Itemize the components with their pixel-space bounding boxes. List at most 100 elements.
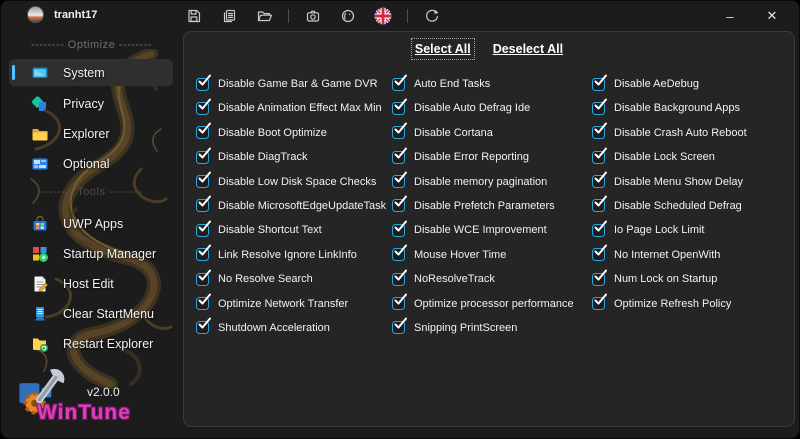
sidebar-item-startup-manager[interactable]: Startup Manager <box>9 240 173 267</box>
sidebar: -------- Optimize -------- System Privac… <box>1 31 182 438</box>
tweak-row[interactable]: Disable Lock Screen <box>592 147 747 164</box>
tweak-row[interactable]: Optimize Network Transfer <box>196 293 386 311</box>
checkbox-checked[interactable] <box>196 269 211 286</box>
toolbar-divider <box>407 9 408 23</box>
sidebar-item-privacy[interactable]: Privacy <box>9 90 173 117</box>
tweak-row[interactable]: Disable Error Reporting <box>392 147 574 164</box>
tweak-row[interactable]: Shutdown Acceleration <box>196 317 386 335</box>
tweak-label: Disable Prefetch Parameters <box>414 199 555 212</box>
checkbox-checked[interactable] <box>196 220 211 237</box>
checkbox-checked[interactable] <box>196 244 211 262</box>
checkbox-checked[interactable] <box>592 171 607 189</box>
user-box[interactable]: tranht17 <box>27 6 97 23</box>
screenshot-icon[interactable] <box>302 5 324 27</box>
sidebar-item-host-edit[interactable]: Host Edit <box>9 270 173 297</box>
checkbox-checked[interactable] <box>392 293 407 311</box>
deselect-all-link[interactable]: Deselect All <box>493 42 563 56</box>
tweak-label: Disable memory pagination <box>414 175 548 188</box>
sidebar-item-optional[interactable]: Optional <box>9 150 173 177</box>
tweak-row[interactable]: Optimize processor performance <box>392 293 574 311</box>
select-all-link[interactable]: Select All <box>410 38 475 60</box>
tweak-row[interactable]: No Resolve Search <box>196 269 386 286</box>
uwp-store-icon <box>33 215 47 230</box>
tweak-row[interactable]: Link Resolve Ignore LinkInfo <box>196 244 386 262</box>
tweak-label: Mouse Hover Time <box>414 248 507 261</box>
sidebar-item-system[interactable]: System <box>9 59 173 86</box>
checkbox-checked[interactable] <box>196 98 211 115</box>
tweak-row[interactable]: Disable Prefetch Parameters <box>392 195 574 213</box>
checkbox-checked[interactable] <box>196 195 211 213</box>
tweak-row[interactable]: Io Page Lock Limit <box>592 220 747 237</box>
checkbox-checked[interactable] <box>196 317 211 335</box>
tweak-row[interactable]: NoResolveTrack <box>392 269 574 286</box>
checkbox-checked[interactable] <box>392 317 407 335</box>
tweak-row[interactable]: No Internet OpenWith <box>592 244 747 262</box>
checkbox-checked[interactable] <box>592 195 607 213</box>
bulk-select-links: Select All Deselect All <box>184 38 794 60</box>
checkbox-checked[interactable] <box>592 98 607 115</box>
checkbox-checked[interactable] <box>592 244 607 262</box>
checkbox-checked[interactable] <box>392 244 407 262</box>
language-english-flag-icon[interactable] <box>372 5 394 27</box>
tweak-label: Disable Crash Auto Reboot <box>614 126 747 139</box>
tweak-label: Disable MicrosoftEdgeUpdateTask <box>218 199 387 212</box>
tweak-row[interactable]: Disable Shortcut Text <box>196 220 386 237</box>
tweak-row[interactable]: Disable memory pagination <box>392 171 574 189</box>
brand-name: WinTune <box>37 401 131 424</box>
tweak-row[interactable]: Optimize Refresh Policy <box>592 293 747 311</box>
sidebar-item-explorer[interactable]: Explorer <box>9 120 173 147</box>
tweak-row[interactable]: Disable Game Bar & Game DVR <box>196 74 386 91</box>
tweak-row[interactable]: Num Lock on Startup <box>592 269 747 286</box>
checkbox-checked[interactable] <box>392 74 407 91</box>
tweak-row[interactable]: Disable Animation Effect Max Min <box>196 98 386 115</box>
tweak-row[interactable]: Disable Auto Defrag Ide <box>392 98 574 115</box>
checkbox-checked[interactable] <box>592 293 607 311</box>
close-button[interactable]: ✕ <box>755 3 789 29</box>
checkbox-checked[interactable] <box>592 269 607 286</box>
copy-icon[interactable] <box>218 5 240 27</box>
tweak-row[interactable]: Disable Background Apps <box>592 98 747 115</box>
checkbox-checked[interactable] <box>392 122 407 140</box>
open-folder-icon[interactable] <box>253 5 275 27</box>
minimize-button[interactable]: – <box>713 3 747 29</box>
checkbox-checked[interactable] <box>592 147 607 164</box>
theme-icon[interactable] <box>337 5 359 27</box>
checkbox-checked[interactable] <box>196 171 211 189</box>
tweak-row[interactable]: Disable MicrosoftEdgeUpdateTask <box>196 195 387 213</box>
checkbox-checked[interactable] <box>592 122 607 140</box>
checkbox-checked[interactable] <box>196 74 211 91</box>
tweak-row[interactable]: Disable AeDebug <box>592 74 747 91</box>
checkbox-checked[interactable] <box>392 147 407 164</box>
tweak-row[interactable]: Disable DiagTrack <box>196 147 386 164</box>
checkbox-checked[interactable] <box>196 293 211 311</box>
tweak-row[interactable]: Disable WCE Improvement <box>392 220 574 237</box>
save-icon[interactable] <box>183 5 205 27</box>
tweak-row[interactable]: Mouse Hover Time <box>392 244 574 262</box>
tweak-row[interactable]: Disable Boot Optimize <box>196 122 386 140</box>
checkbox-checked[interactable] <box>592 220 607 237</box>
checkbox-checked[interactable] <box>196 122 211 140</box>
checkbox-checked[interactable] <box>392 269 407 286</box>
sidebar-item-restart-explorer[interactable]: Restart Explorer <box>9 330 173 357</box>
refresh-icon[interactable] <box>421 5 443 27</box>
tweak-row[interactable]: Disable Crash Auto Reboot <box>592 122 747 140</box>
checkbox-checked[interactable] <box>392 220 407 237</box>
sidebar-item-uwp-apps[interactable]: UWP Apps <box>9 210 173 237</box>
tweak-row[interactable]: Disable Cortana <box>392 122 574 140</box>
checkbox-checked[interactable] <box>392 171 407 189</box>
tweak-label: Auto End Tasks <box>414 78 491 90</box>
wintune-window: tranht17 – ✕ -------- Optimize -------- … <box>0 0 800 439</box>
tweak-row[interactable]: Snipping PrintScreen <box>392 317 574 335</box>
tweak-row[interactable]: Disable Scheduled Defrag <box>592 195 747 213</box>
tweak-row[interactable]: Disable Low Disk Space Checks <box>196 171 386 189</box>
sidebar-item-clear-startmenu[interactable]: Clear StartMenu <box>9 300 173 327</box>
checkbox-checked[interactable] <box>392 195 407 213</box>
checkbox-checked[interactable] <box>392 98 407 115</box>
checkbox-checked[interactable] <box>196 147 211 164</box>
tweak-row[interactable]: Disable Menu Show Delay <box>592 171 747 189</box>
tweak-row[interactable]: Auto End Tasks <box>392 74 574 91</box>
tweak-label: Disable Cortana <box>414 126 493 139</box>
restart-explorer-icon <box>33 338 48 352</box>
checkbox-checked[interactable] <box>592 74 607 91</box>
tweak-label: Disable Error Reporting <box>414 151 529 164</box>
